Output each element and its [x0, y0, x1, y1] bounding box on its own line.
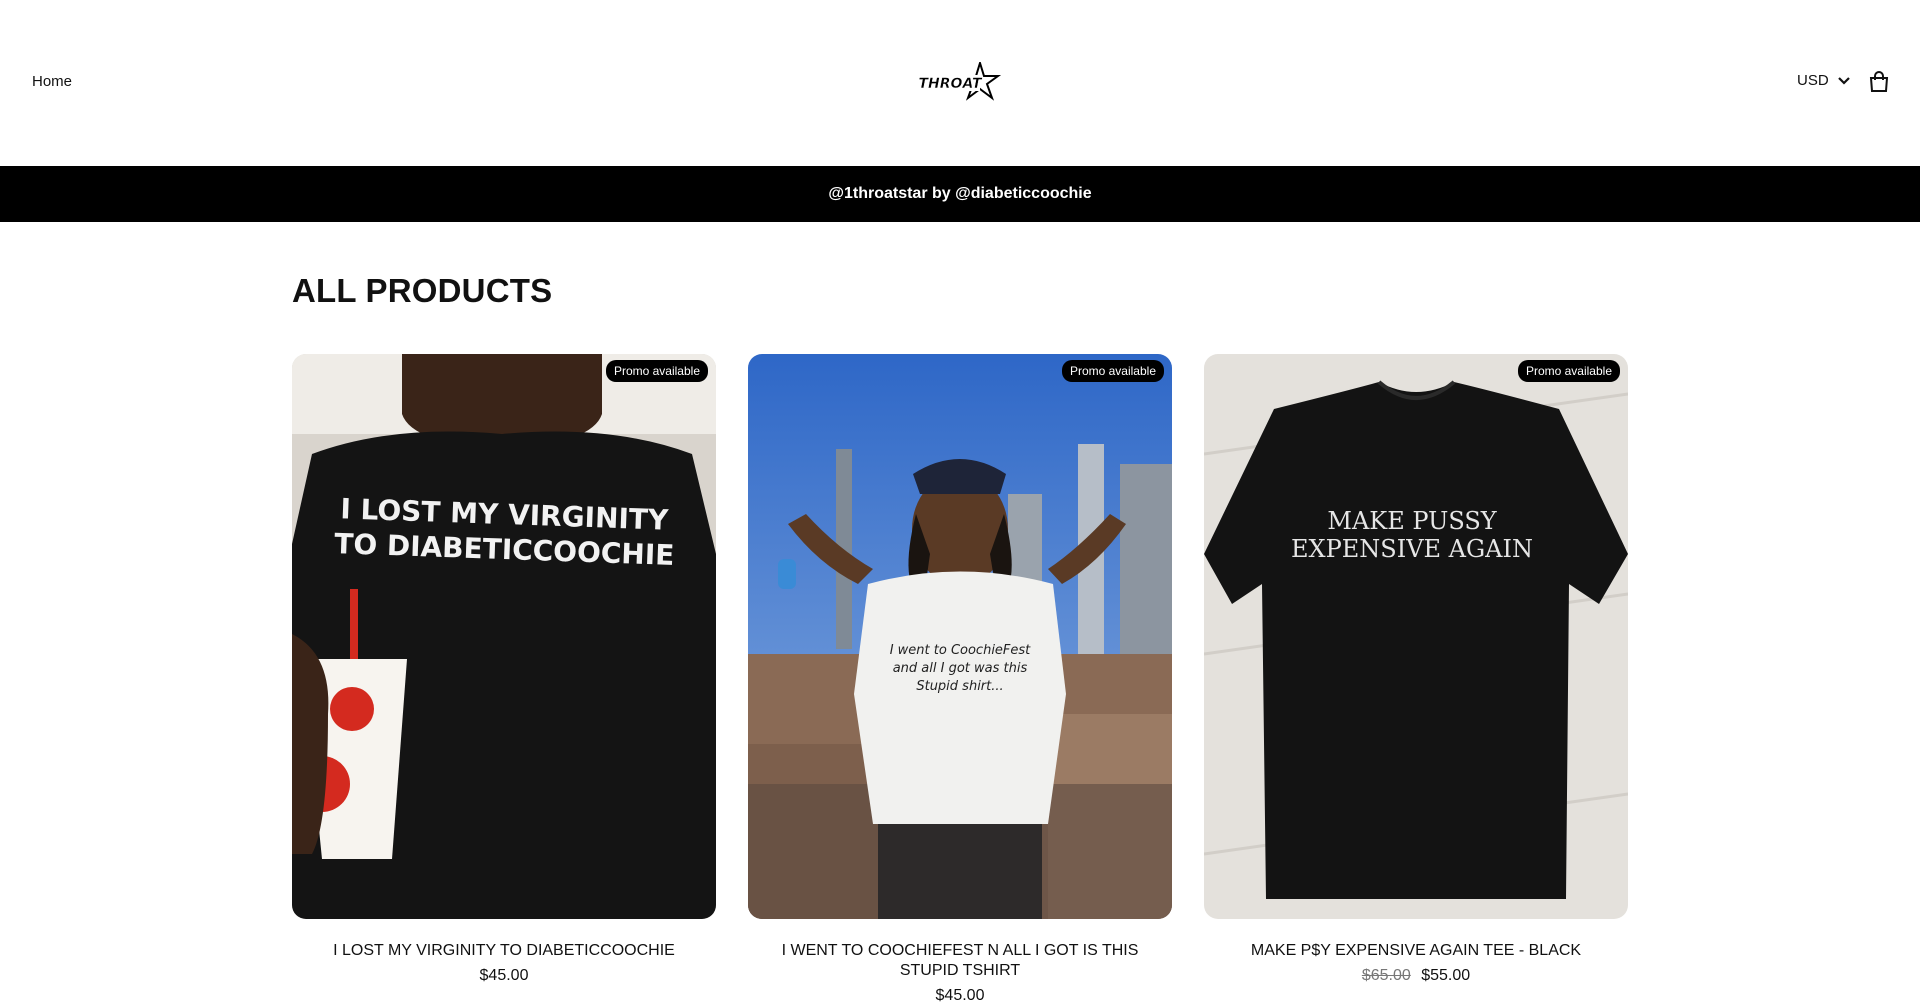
svg-text:I went to CoochieFest: I went to CoochieFest: [890, 643, 1031, 658]
product-image[interactable]: MAKE PUSSY EXPENSIVE AGAIN Promo availab…: [1204, 354, 1628, 919]
svg-text:and all I got was this: and all I got was this: [893, 661, 1028, 676]
product-card[interactable]: MAKE PUSSY EXPENSIVE AGAIN Promo availab…: [1204, 354, 1628, 985]
product-price: $45.00: [748, 987, 1172, 1005]
svg-text:EXPENSIVE AGAIN: EXPENSIVE AGAIN: [1291, 535, 1533, 563]
promo-badge: Promo available: [1517, 360, 1620, 382]
announcement-text: @1throatstar by @diabeticcoochie: [828, 185, 1092, 202]
product-title[interactable]: I LOST MY VIRGINITY TO DIABETICCOOCHIE: [292, 941, 716, 961]
site-logo[interactable]: THROAT: [918, 59, 1004, 102]
announcement-bar: @1throatstar by @diabeticcoochie: [0, 166, 1920, 222]
promo-badge: Promo available: [1061, 360, 1164, 382]
price-current: $45.00: [479, 967, 529, 984]
product-title[interactable]: I WENT TO COOCHIEFEST N ALL I GOT IS THI…: [748, 941, 1172, 981]
svg-text:MAKE PUSSY: MAKE PUSSY: [1327, 507, 1497, 535]
currency-label: USD: [1797, 72, 1829, 89]
svg-text:THROAT: THROAT: [919, 76, 983, 92]
nav-home-link[interactable]: Home: [32, 73, 72, 90]
product-price: $65.00 $55.00: [1204, 967, 1628, 985]
promo-badge: Promo available: [605, 360, 708, 382]
chevron-down-icon: [1837, 76, 1850, 85]
product-card[interactable]: I went to CoochieFest and all I got was …: [748, 354, 1172, 1005]
svg-text:Stupid shirt...: Stupid shirt...: [916, 679, 1003, 694]
product-title[interactable]: MAKE P$Y EXPENSIVE AGAIN TEE - BLACK: [1204, 941, 1628, 961]
throat-star-logo-icon: THROAT: [918, 59, 1002, 101]
site-header: Home THROAT USD: [0, 0, 1920, 166]
cart-button[interactable]: [1868, 71, 1890, 93]
currency-selector[interactable]: USD: [1797, 72, 1851, 89]
product-card[interactable]: I LOST MY VIRGINITY TO DIABETICCOOCHIE P…: [292, 354, 716, 985]
collection-title: ALL PRODUCTS: [292, 272, 553, 309]
price-current: $55.00: [1421, 967, 1471, 984]
price-compare-at: $65.00: [1361, 967, 1411, 984]
product-image[interactable]: I went to CoochieFest and all I got was …: [748, 354, 1172, 919]
product-image[interactable]: I LOST MY VIRGINITY TO DIABETICCOOCHIE P…: [292, 354, 716, 919]
bag-icon: [1869, 71, 1889, 92]
price-current: $45.00: [935, 987, 985, 1004]
product-price: $45.00: [292, 967, 716, 985]
